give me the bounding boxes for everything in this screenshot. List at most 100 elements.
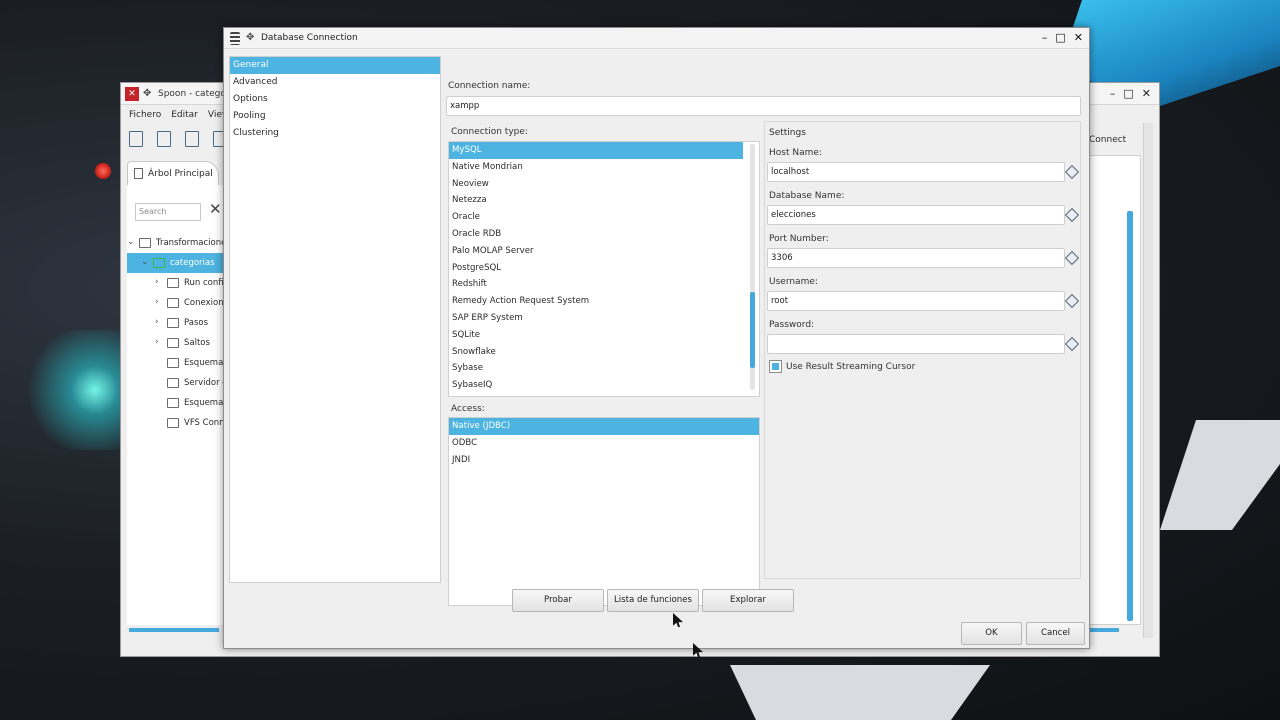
connection-type-item[interactable]: PostgreSQL: [449, 260, 759, 277]
chevron-right-icon[interactable]: ›: [155, 317, 159, 327]
access-label: Access:: [451, 404, 485, 414]
folder-icon: [139, 238, 151, 248]
feature-list-button[interactable]: Lista de funciones: [607, 589, 699, 612]
tree-panel: Search ✕ ⌄ Transformacione ⌄ categorias › Run…: [127, 185, 227, 625]
settings-group: Settings Host Name: localhost Database N…: [764, 121, 1081, 579]
chevron-right-icon[interactable]: ›: [155, 277, 159, 287]
explore-repo-icon[interactable]: [185, 131, 199, 147]
chevron-down-icon[interactable]: ⌄: [127, 237, 135, 247]
minimize-icon[interactable]: –: [1110, 87, 1116, 100]
access-list[interactable]: Native (JDBC) ODBC JNDI: [448, 417, 760, 606]
connection-type-item[interactable]: SAP ERP System: [449, 310, 759, 327]
connection-type-item[interactable]: Sybase: [449, 360, 759, 377]
tree-item[interactable]: › Conexion: [127, 293, 227, 313]
connection-type-item[interactable]: Oracle: [449, 209, 759, 226]
close-icon[interactable]: ✕: [1142, 87, 1151, 100]
nav-general[interactable]: General: [230, 57, 440, 74]
connection-type-item[interactable]: Neoview: [449, 176, 759, 193]
tree-item[interactable]: › Run confi: [127, 273, 227, 293]
open-folder-icon[interactable]: [157, 131, 171, 147]
clear-search-icon[interactable]: ✕: [209, 200, 222, 218]
ok-button[interactable]: OK: [961, 622, 1022, 645]
variable-icon[interactable]: [1064, 164, 1080, 180]
variable-icon[interactable]: [1064, 336, 1080, 352]
chevron-down-icon[interactable]: ⌄: [141, 257, 149, 267]
nav-clustering[interactable]: Clustering: [230, 125, 440, 142]
access-type-item[interactable]: ODBC: [449, 435, 759, 452]
access-type-item[interactable]: Native (JDBC): [449, 418, 759, 435]
new-file-icon[interactable]: [129, 131, 143, 147]
connection-name-field[interactable]: xampp: [446, 96, 1081, 116]
variable-icon[interactable]: [1064, 250, 1080, 266]
nav-pooling[interactable]: Pooling: [230, 108, 440, 125]
connection-type-item[interactable]: Netezza: [449, 192, 759, 209]
connection-type-item[interactable]: MySQL: [449, 142, 743, 159]
horizontal-scrollbar-right[interactable]: [1089, 628, 1119, 632]
tab-arbol-principal[interactable]: Árbol Principal: [127, 161, 219, 185]
connection-type-list[interactable]: MySQL Native Mondrian Neoview Netezza Oracle…: [448, 141, 760, 397]
connection-type-item[interactable]: Snowflake: [449, 344, 759, 361]
pin-icon[interactable]: ✥: [143, 88, 151, 99]
nav-advanced[interactable]: Advanced: [230, 74, 440, 91]
variable-icon[interactable]: [1064, 207, 1080, 223]
chevron-right-icon[interactable]: ›: [155, 297, 159, 307]
close-icon[interactable]: ✕: [1074, 31, 1083, 44]
connect-label[interactable]: Connect: [1089, 135, 1126, 145]
tree-item[interactable]: VFS Conn: [127, 413, 227, 433]
connection-type-item[interactable]: Oracle RDB: [449, 226, 759, 243]
maximize-icon[interactable]: □: [1055, 31, 1065, 44]
test-button[interactable]: Probar: [512, 589, 604, 612]
port-number-field[interactable]: 3306: [767, 248, 1065, 268]
connection-type-item[interactable]: Redshift: [449, 276, 759, 293]
tree-item-label: categorias: [170, 258, 215, 268]
use-result-streaming-checkbox[interactable]: [769, 360, 782, 373]
nav-options[interactable]: Options: [230, 91, 440, 108]
database-name-field[interactable]: elecciones: [767, 205, 1065, 225]
connection-type-item[interactable]: Remedy Action Request System: [449, 293, 759, 310]
access-type-item[interactable]: JNDI: [449, 452, 759, 469]
document-icon: [134, 168, 143, 179]
menu-bar: Fichero Editar View: [121, 106, 229, 124]
tree-search-input[interactable]: Search: [135, 203, 201, 221]
host-name-label: Host Name:: [769, 148, 822, 158]
tree-item[interactable]: Esquema: [127, 353, 227, 373]
dialog-titlebar: ✥ Database Connection – □ ✕: [224, 28, 1089, 49]
minimize-icon[interactable]: –: [1042, 31, 1048, 44]
variable-icon[interactable]: [1064, 293, 1080, 309]
explore-button[interactable]: Explorar: [702, 589, 794, 612]
vertical-scrollbar[interactable]: [1127, 211, 1133, 621]
tree-item-label: Esquema: [184, 398, 224, 408]
folder-icon: [167, 278, 179, 288]
tree-item[interactable]: ⌄ Transformacione: [127, 233, 227, 253]
host-name-field[interactable]: localhost: [767, 162, 1065, 182]
tree-item-label: VFS Conn: [184, 418, 225, 428]
database-name-label: Database Name:: [769, 191, 845, 201]
toolbar: [129, 131, 227, 147]
database-icon: [230, 32, 240, 45]
connection-type-item[interactable]: SQLite: [449, 327, 759, 344]
username-field[interactable]: root: [767, 291, 1065, 311]
tree-item-label: Esquema: [184, 358, 224, 368]
cancel-button[interactable]: Cancel: [1026, 622, 1085, 645]
tree-item[interactable]: ⌄ categorias: [127, 253, 227, 273]
folder-icon: [167, 378, 179, 388]
connection-type-item[interactable]: Native Mondrian: [449, 159, 759, 176]
chevron-right-icon[interactable]: ›: [155, 337, 159, 347]
pin-icon[interactable]: ✥: [246, 32, 254, 43]
use-result-streaming-label: Use Result Streaming Cursor: [786, 362, 916, 372]
menu-editar[interactable]: Editar: [171, 106, 198, 124]
tree-item[interactable]: Esquema: [127, 393, 227, 413]
horizontal-scrollbar[interactable]: [129, 628, 219, 632]
list-scrollbar-thumb[interactable]: [750, 292, 755, 368]
window-scrollbar[interactable]: [1143, 123, 1153, 638]
tree-item-label: Saltos: [184, 338, 210, 348]
tree-item[interactable]: › Saltos: [127, 333, 227, 353]
folder-icon: [167, 398, 179, 408]
tree-item[interactable]: Servidor c: [127, 373, 227, 393]
connection-type-item[interactable]: Palo MOLAP Server: [449, 243, 759, 260]
maximize-icon[interactable]: □: [1123, 87, 1133, 100]
connection-type-item[interactable]: SybaseIQ: [449, 377, 759, 394]
tree-item[interactable]: › Pasos: [127, 313, 227, 333]
menu-fichero[interactable]: Fichero: [129, 106, 161, 124]
password-field[interactable]: [767, 334, 1065, 354]
